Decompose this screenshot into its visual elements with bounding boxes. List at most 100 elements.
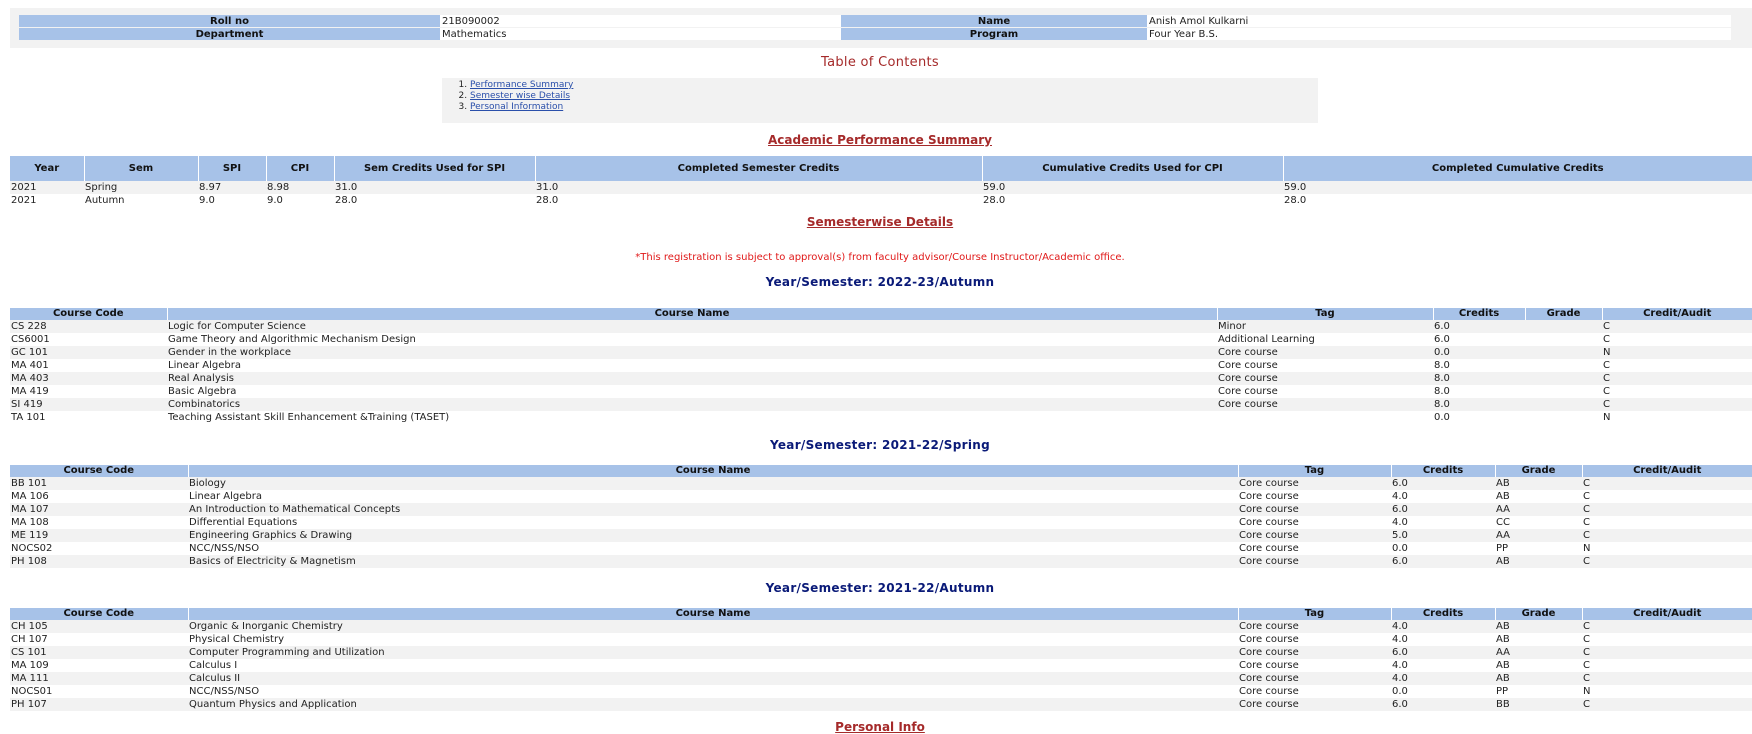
column-header: Grade [1524,308,1602,320]
column-header: Credit/Audit [1581,465,1752,477]
table-row: MA 111 Calculus II Core course 4.0 AB C [10,672,1752,685]
table-cell: 9.0 [199,195,215,206]
semester-body: CH 105 Organic & Inorganic Chemistry Core … [10,620,1752,711]
table-cell: GC 101 [11,347,48,358]
semester-table-2022-23-autumn: Course Code Course Name Tag Credits Grad… [10,308,1752,424]
table-cell: N [1583,686,1591,697]
table-cell: NOCS01 [11,686,53,697]
table-cell [1525,333,1602,346]
table-cell: Real Analysis [168,373,234,384]
table-cell: AA [1496,504,1510,515]
column-header: Credit/Audit [1601,308,1752,320]
roll-no-label: Roll no [19,15,440,27]
performance-summary-title: Academic Performance Summary [768,133,992,147]
table-cell: TA 101 [11,412,46,423]
table-row: CS 101 Computer Programming and Utilizati… [10,646,1752,659]
column-header: Year [10,156,84,181]
column-header: Course Name [187,465,1238,477]
column-header: Course Name [187,608,1238,620]
table-cell: Core course [1239,530,1299,541]
table-cell [1525,398,1602,411]
semester-body: CS 228 Logic for Computer Science Minor 6.0… [10,320,1752,424]
toc-link-performance-summary[interactable]: Performance Summary [470,80,573,90]
table-cell: Core course [1239,543,1299,554]
table-cell: Differential Equations [189,517,298,528]
table-cell: Core course [1239,517,1299,528]
table-cell: N [1583,543,1591,554]
table-cell: AB [1496,621,1510,632]
table-cell: C [1603,360,1610,371]
table-cell: 2021 [11,182,37,193]
table-cell: C [1583,504,1590,515]
table-cell: 4.0 [1392,517,1408,528]
semester-table-2021-22-autumn: Course Code Course Name Tag Credits Grad… [10,608,1752,711]
toc-link-personal-information[interactable]: Personal Information [470,102,563,112]
table-row: MA 403 Real Analysis Core course 8.0 C [10,372,1752,385]
table-cell: AB [1496,491,1510,502]
table-row: MA 106 Linear Algebra Core course 4.0 AB C [10,490,1752,503]
table-row: MA 401 Linear Algebra Core course 8.0 C [10,359,1752,372]
table-cell: NCC/NSS/NSO [189,686,260,697]
table-cell: C [1583,621,1590,632]
table-cell: PP [1496,543,1509,554]
table-cell: 4.0 [1392,491,1408,502]
table-cell: 6.0 [1392,556,1408,567]
table-cell: Core course [1218,373,1278,384]
table-cell: An Introduction to Mathematical Concepts [189,504,401,515]
table-cell: Core course [1218,347,1278,358]
table-cell: 8.0 [1434,399,1450,410]
table-cell: Gender in the workplace [168,347,292,358]
toc-title: Table of Contents [821,55,939,70]
table-cell: 6.0 [1392,699,1408,710]
table-cell: AB [1496,660,1510,671]
toc-item: Personal Information [470,102,1318,113]
table-cell: MA 109 [11,660,49,671]
performance-header-row: Year Sem SPI CPI Sem Credits Used for SP… [10,156,1752,181]
column-header: Credits [1432,308,1525,320]
semester-header-row: Course Code Course Name Tag Credits Grad… [10,308,1752,320]
table-cell: 8.98 [267,182,290,193]
table-row: MA 107 An Introduction to Mathematical Co… [10,503,1752,516]
table-cell: NOCS02 [11,543,53,554]
table-cell: NCC/NSS/NSO [189,543,260,554]
table-row: CS6001 Game Theory and Algorithmic Mechan… [10,333,1752,346]
table-cell: Game Theory and Algorithmic Mechanism De… [168,334,416,345]
table-cell: Core course [1218,386,1278,397]
table-cell: CS 228 [11,321,47,332]
table-cell [1525,385,1602,398]
table-cell: SI 419 [11,399,43,410]
table-cell: Basics of Electricity & Magnetism [189,556,356,567]
column-header: Credits [1390,608,1495,620]
table-row: PH 108 Basics of Electricity & Magnetism C… [10,555,1752,568]
toc-link-semester-details[interactable]: Semester wise Details [470,91,570,101]
table-cell: 8.0 [1434,373,1450,384]
column-header: Completed Semester Credits [534,156,982,181]
table-row: CH 105 Organic & Inorganic Chemistry Core … [10,620,1752,633]
table-cell: PH 108 [11,556,47,567]
column-header: Credit/Audit [1581,608,1752,620]
table-cell: 4.0 [1392,621,1408,632]
academic-record-page: Roll no 21B090002 Name Anish Amol Kulkar… [0,0,1752,734]
table-cell: 8.0 [1434,386,1450,397]
table-cell: Autumn [85,195,125,206]
table-cell: Combinatorics [168,399,241,410]
toc-box: Performance Summary Semester wise Detail… [442,78,1318,123]
table-cell: Linear Algebra [168,360,241,371]
table-cell: 0.0 [1434,412,1450,423]
semester-header-row: Course Code Course Name Tag Credits Grad… [10,465,1752,477]
table-row: MA 109 Calculus I Core course 4.0 AB C [10,659,1752,672]
toc-list: Performance Summary Semester wise Detail… [442,80,1318,113]
table-cell: C [1583,673,1590,684]
table-cell: 0.0 [1392,543,1408,554]
table-cell: Core course [1239,556,1299,567]
column-header: Tag [1237,608,1391,620]
table-cell: Core course [1239,504,1299,515]
semester-header-row: Course Code Course Name Tag Credits Grad… [10,608,1752,620]
column-header: Sem Credits Used for SPI [333,156,535,181]
table-cell: 6.0 [1392,478,1408,489]
table-cell: Basic Algebra [168,386,237,397]
performance-summary-table: Year Sem SPI CPI Sem Credits Used for SP… [10,156,1752,207]
table-cell: 6.0 [1392,504,1408,515]
table-cell: 28.0 [983,195,1006,206]
column-header: Completed Cumulative Credits [1282,156,1752,181]
